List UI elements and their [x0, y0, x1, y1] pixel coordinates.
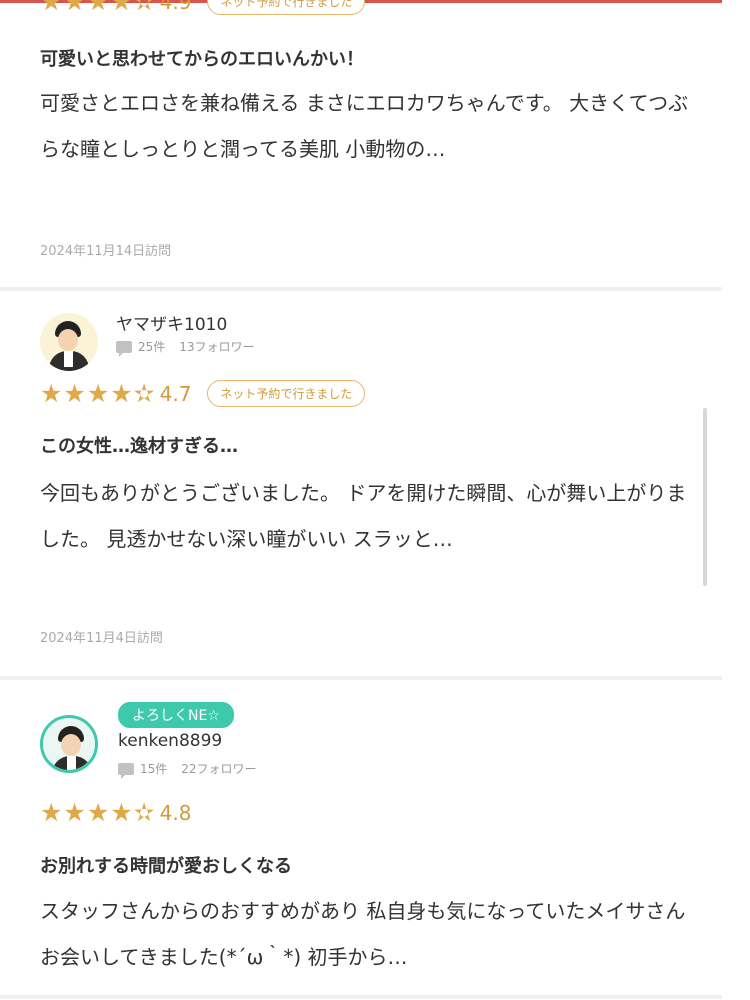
review-card: よろしくNE☆ kenken8899 15件 22フォロワー ★★★★✫ 4.8…: [0, 0, 722, 1000]
card-divider: [0, 995, 722, 999]
review-title[interactable]: お別れする時間が愛おしくなる: [40, 852, 292, 878]
user-avatar[interactable]: [40, 715, 98, 773]
follower-count: 22フォロワー: [181, 762, 257, 776]
rating-value: 4.8: [159, 800, 192, 825]
nickname-badge: よろしくNE☆: [118, 702, 234, 728]
rating-row: ★★★★✫ 4.8: [40, 800, 191, 825]
review-body[interactable]: スタッフさんからのおすすめがあり 私自身も気になっていたメイサさんお会いしてきま…: [40, 888, 700, 980]
comment-icon: [118, 762, 134, 779]
user-meta: 15件 22フォロワー: [118, 760, 257, 779]
rating-stars: ★★★★✫: [40, 798, 156, 827]
username[interactable]: kenken8899: [118, 731, 222, 751]
review-count: 15件: [140, 762, 168, 776]
